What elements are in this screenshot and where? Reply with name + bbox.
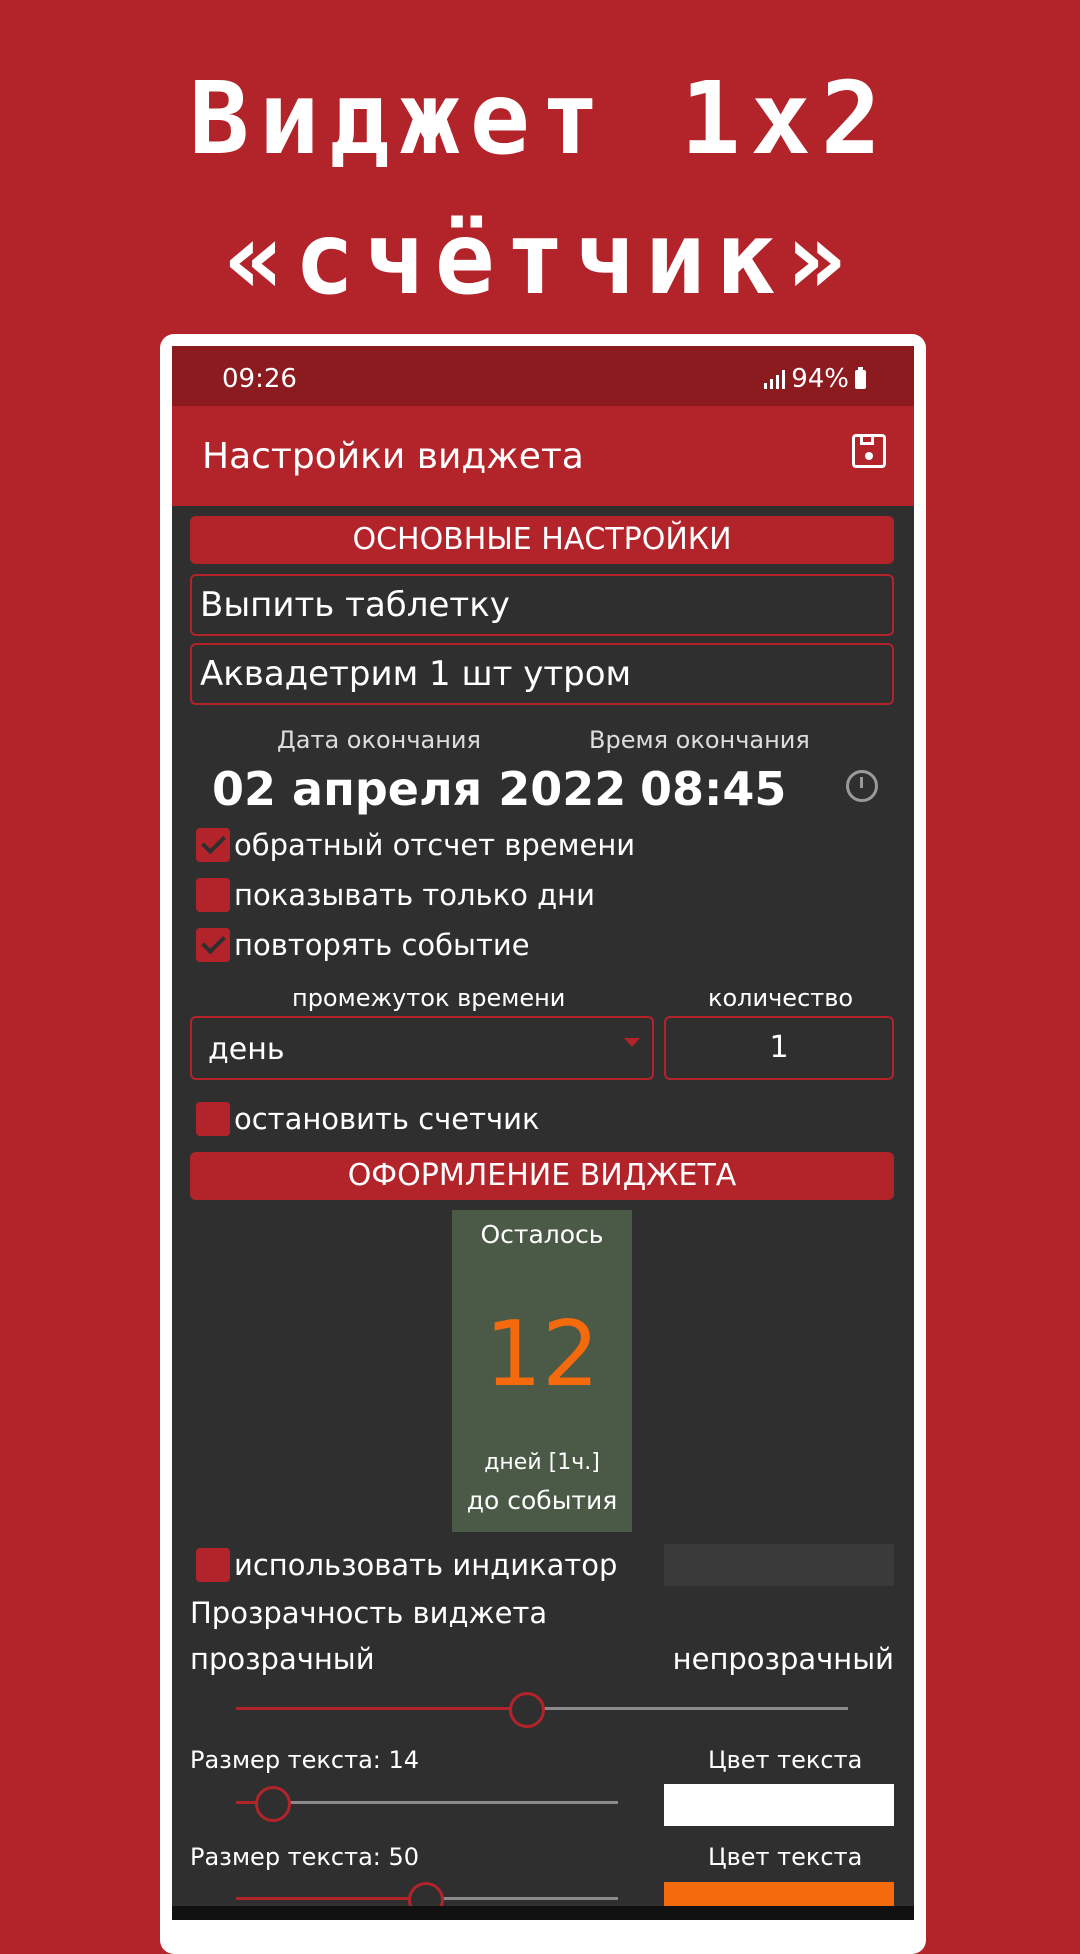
event-title-field[interactable]: Выпить таблетку: [190, 574, 894, 636]
transparent-label: прозрачный: [190, 1642, 375, 1676]
days-only-label: показывать только дни: [234, 878, 595, 912]
signal-icon: [764, 369, 786, 389]
interval-value: день: [208, 1032, 285, 1067]
preview-bottom-text: до события: [466, 1486, 618, 1515]
promo-title-line2: «счётчик»: [224, 200, 856, 317]
end-date-label: Дата окончания: [277, 726, 481, 754]
save-icon[interactable]: [852, 434, 886, 468]
text-color-1-swatch[interactable]: [664, 1784, 894, 1826]
count-input[interactable]: 1: [664, 1016, 894, 1080]
text-size-1-slider[interactable]: [236, 1786, 618, 1822]
slider-thumb[interactable]: [255, 1786, 291, 1822]
slider-fill: [236, 1707, 524, 1710]
main-settings-header: ОСНОВНЫЕ НАСТРОЙКИ: [190, 516, 894, 564]
end-time-label: Время окончания: [589, 726, 810, 754]
slider-track: [270, 1801, 618, 1804]
transparency-slider[interactable]: [236, 1692, 848, 1728]
use-indicator-label: использовать индикатор: [234, 1548, 618, 1582]
status-bar: 09:26 94%: [172, 346, 914, 406]
text-size-2-label: Размер текста: 50: [190, 1843, 420, 1871]
slider-fill: [236, 1897, 423, 1900]
slider-thumb[interactable]: [509, 1692, 545, 1728]
preview-top-text: Осталось: [480, 1220, 604, 1249]
promo-title-line1: Виджет 1x2: [188, 60, 892, 177]
widget-preview: Осталось 12 дней [1ч.] до события: [452, 1210, 632, 1532]
slider-track: [524, 1707, 848, 1710]
end-time-value[interactable]: 08:45: [640, 762, 786, 816]
widget-design-header: ОФОРМЛЕНИЕ ВИДЖЕТА: [190, 1152, 894, 1200]
end-date-value[interactable]: 02 апреля 2022: [212, 762, 626, 816]
countdown-checkbox[interactable]: [196, 828, 230, 862]
phone-screen: 09:26 94% Настройки виджета ОСНОВНЫЕ НАС…: [172, 346, 914, 1920]
stop-counter-label: остановить счетчик: [234, 1102, 540, 1136]
indicator-color-box[interactable]: [664, 1544, 894, 1586]
stop-counter-checkbox[interactable]: [196, 1102, 230, 1136]
use-indicator-checkbox[interactable]: [196, 1548, 230, 1582]
app-bar: Настройки виджета: [172, 406, 914, 506]
dropdown-caret-icon: [624, 1038, 640, 1047]
preview-number: 12: [484, 1302, 600, 1407]
transparency-label: Прозрачность виджета: [190, 1596, 548, 1630]
text-size-1-label: Размер текста: 14: [190, 1746, 420, 1774]
text-color-1-label: Цвет текста: [708, 1746, 863, 1774]
slider-track: [423, 1897, 618, 1900]
text-color-2-label: Цвет текста: [708, 1843, 863, 1871]
battery-percent: 94%: [791, 364, 849, 394]
days-only-checkbox[interactable]: [196, 878, 230, 912]
repeat-event-label: повторять событие: [234, 928, 530, 962]
preview-unit-text: дней [1ч.]: [484, 1450, 600, 1475]
repeat-event-checkbox[interactable]: [196, 928, 230, 962]
count-label: количество: [708, 984, 854, 1012]
interval-label: промежуток времени: [292, 984, 566, 1012]
event-note-field[interactable]: Аквадетрим 1 шт утром: [190, 643, 894, 705]
page-title: Настройки виджета: [202, 436, 584, 477]
navigation-bar: [172, 1906, 914, 1920]
battery-icon: [855, 366, 866, 389]
interval-select[interactable]: день: [190, 1016, 654, 1080]
opaque-label: непрозрачный: [672, 1642, 894, 1676]
clock-icon[interactable]: [846, 770, 878, 802]
status-time: 09:26: [222, 364, 297, 394]
countdown-label: обратный отсчет времени: [234, 828, 636, 862]
